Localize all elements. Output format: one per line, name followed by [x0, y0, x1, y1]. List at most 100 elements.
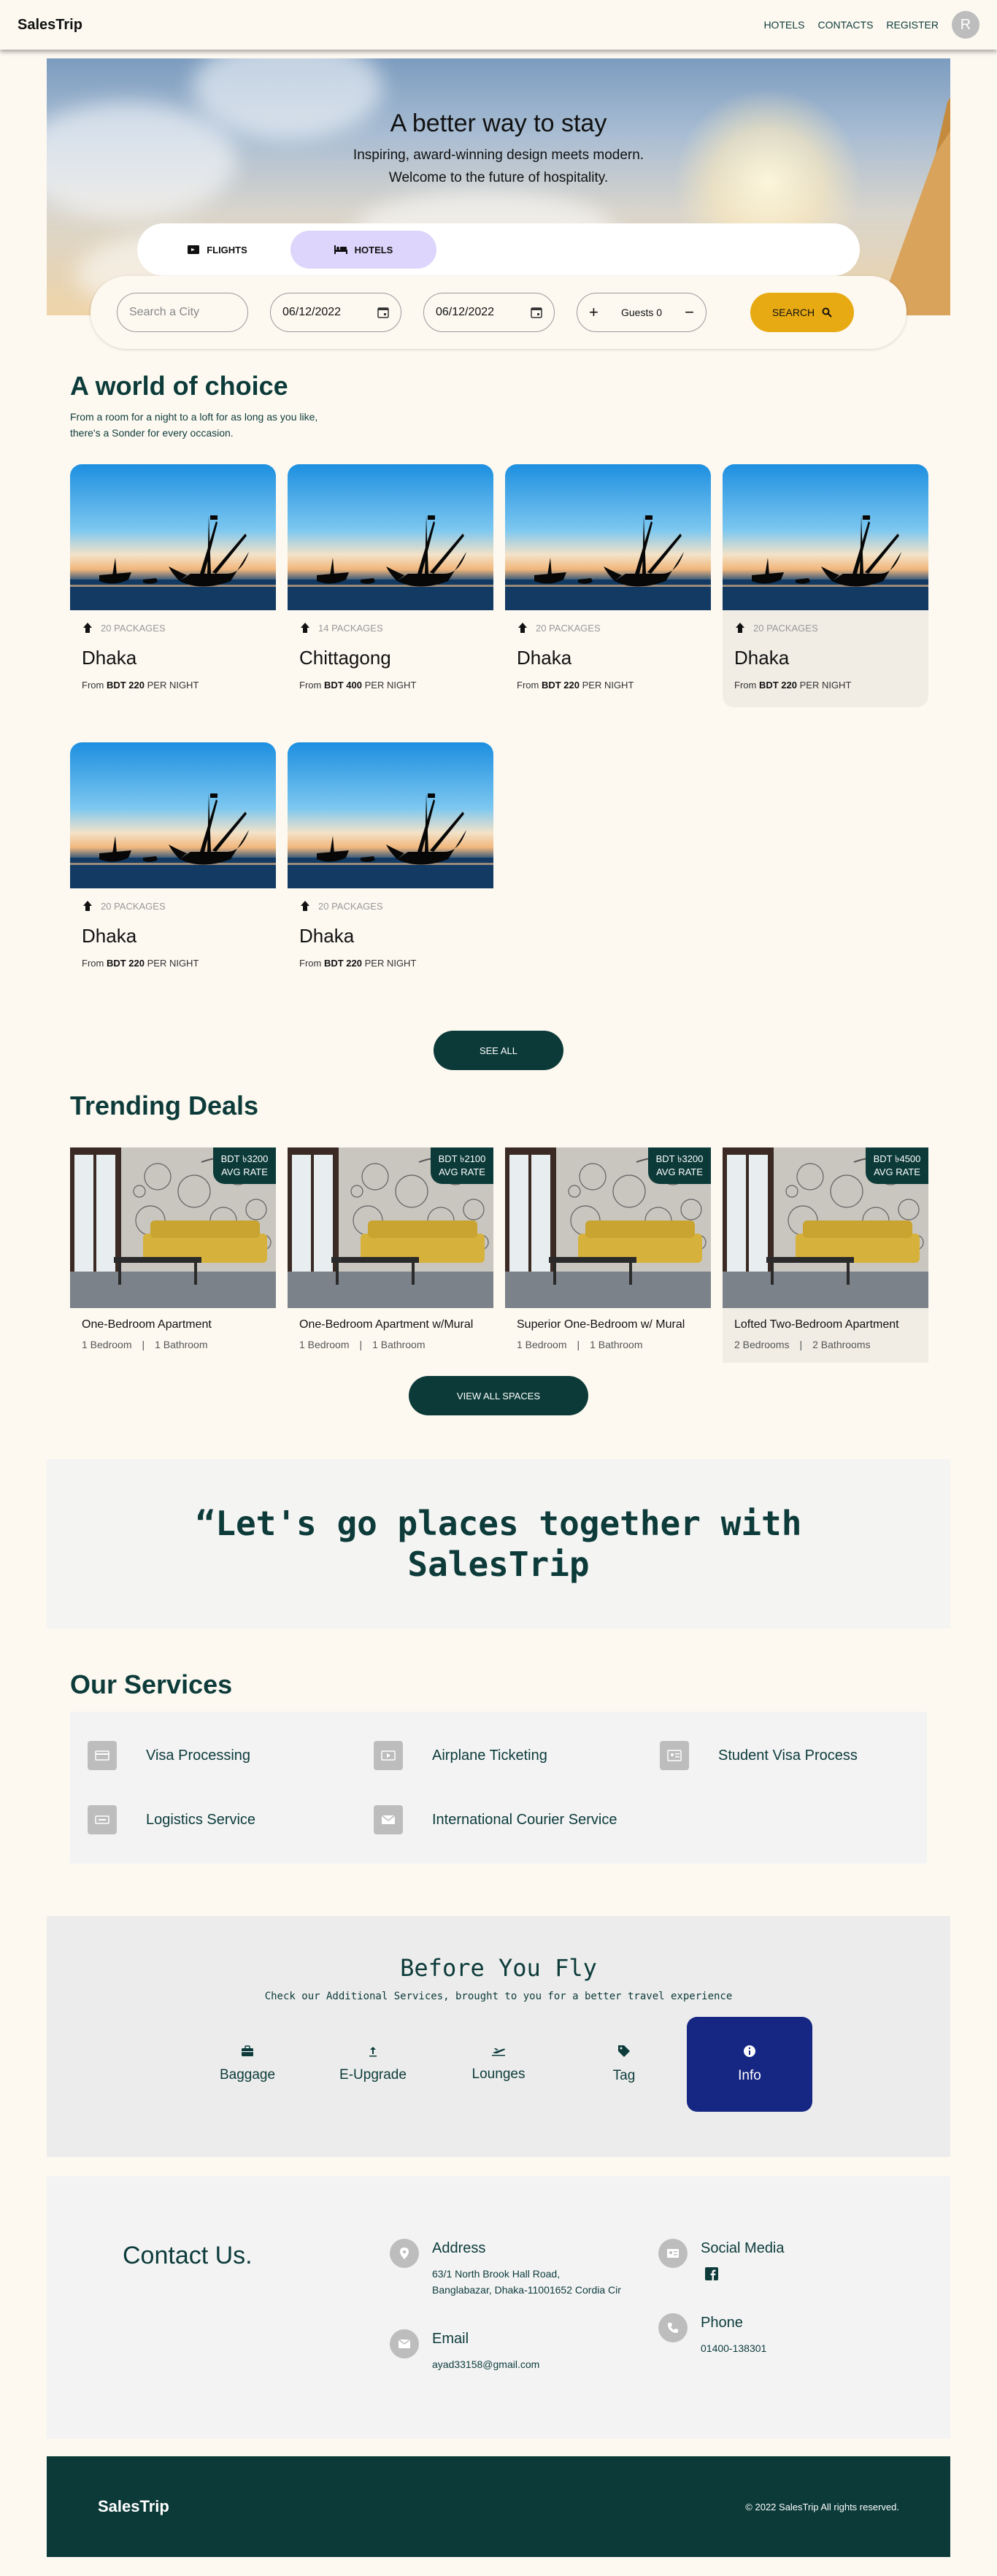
price-suffix: PER NIGHT — [361, 680, 417, 691]
guests-plus-button[interactable]: + — [589, 303, 598, 322]
avg-rate-badge: BDT ৳3200 AVG RATE — [648, 1147, 711, 1184]
meta-separator: | — [359, 1339, 363, 1350]
contact-email: Email ayad33158@gmail.com — [390, 2329, 622, 2372]
destination-image — [723, 464, 928, 610]
avg-rate-badge: BDT ৳4500 AVG RATE — [866, 1147, 928, 1184]
box-icon — [88, 1805, 117, 1834]
packages-label: 20 PACKAGES — [753, 622, 818, 634]
nav-link-contacts[interactable]: CONTACTS — [817, 19, 873, 31]
quote-banner: “Let's go places together with SalesTrip — [47, 1459, 950, 1629]
social-media-label: Social Media — [701, 2240, 785, 2256]
price-amount: BDT 220 — [323, 958, 362, 969]
avg-rate-badge: BDT ৳3200 AVG RATE — [213, 1147, 276, 1184]
section-title: Before You Fly — [400, 1954, 597, 1982]
badge-rate: AVG RATE — [874, 1166, 920, 1177]
service-item[interactable]: Logistics Service — [88, 1805, 374, 1834]
packages-count: 20 PACKAGES — [734, 622, 917, 634]
footer-brand[interactable]: SalesTrip — [98, 2497, 169, 2516]
hero-line-2: Welcome to the future of hospitality. — [388, 170, 609, 185]
address-label: Address — [432, 2240, 486, 2256]
city-search-input[interactable]: Search a City — [117, 293, 248, 332]
packages-count: 14 PACKAGES — [299, 622, 482, 634]
badge-price: BDT ৳2100 — [438, 1153, 486, 1164]
tab-hotels[interactable]: HOTELS — [290, 231, 436, 269]
bedrooms: 1 Bedroom — [82, 1339, 132, 1350]
student-card-icon — [660, 1741, 689, 1770]
quote-text: “Let's go places together with SalesTrip — [195, 1504, 802, 1584]
destination-card[interactable]: 20 PACKAGES Dhaka From BDT 220 PER NIGHT — [505, 464, 711, 707]
world-of-choice-section: A world of choice From a room for a nigh… — [70, 315, 928, 1070]
service-item[interactable]: Visa Processing — [88, 1741, 374, 1770]
checkout-date-input[interactable]: 06/12/2022 — [423, 293, 555, 332]
fly-item-tag[interactable]: Tag — [561, 2017, 687, 2112]
guests-minus-button[interactable]: − — [685, 303, 694, 322]
mail-icon — [390, 2329, 419, 2358]
contact-social: Social Media — [658, 2239, 785, 2284]
packages-count: 20 PACKAGES — [517, 622, 699, 634]
email-link[interactable]: ayad33158@gmail.com — [432, 2356, 622, 2372]
phone-number[interactable]: 01400-138301 — [701, 2340, 890, 2356]
destination-card[interactable]: 20 PACKAGES Dhaka From BDT 220 PER NIGHT — [70, 464, 276, 707]
packages-label: 20 PACKAGES — [536, 622, 601, 634]
badge-rate: AVG RATE — [439, 1166, 485, 1177]
see-all-button[interactable]: SEE ALL — [434, 1031, 563, 1070]
deal-rooms: 1 Bedroom | 1 Bathroom — [505, 1331, 711, 1350]
deal-name: One-Bedroom Apartment w/Mural — [299, 1318, 474, 1331]
section-title: A world of choice — [70, 371, 288, 401]
price-amount: BDT 220 — [541, 680, 580, 691]
user-avatar[interactable]: R — [952, 11, 979, 39]
facebook-icon[interactable] — [705, 2267, 718, 2280]
destination-image — [288, 464, 493, 610]
deal-name: Lofted Two-Bedroom Apartment — [734, 1318, 899, 1331]
fly-item-e-upgrade[interactable]: E-Upgrade — [310, 2017, 436, 2112]
checkin-date-input[interactable]: 06/12/2022 — [270, 293, 401, 332]
deal-card[interactable]: BDT ৳4500 AVG RATE Lofted Two-Bedroom Apar… — [723, 1147, 928, 1363]
destination-price: From BDT 220 PER NIGHT — [82, 680, 264, 691]
brand-logo[interactable]: SalesTrip — [18, 17, 82, 34]
destination-card[interactable]: 14 PACKAGES Chittagong From BDT 400 PER NI… — [288, 464, 493, 707]
search-button-label: SEARCH — [771, 307, 815, 318]
service-item[interactable]: Student Visa Process — [660, 1741, 946, 1770]
badge-price: BDT ৳4500 — [873, 1153, 921, 1164]
deal-card[interactable]: BDT ৳3200 AVG RATE Superior One-Bedroom w/… — [505, 1147, 711, 1363]
deal-image: BDT ৳3200 AVG RATE — [70, 1147, 276, 1308]
calendar-icon[interactable] — [531, 307, 542, 318]
view-all-spaces-button[interactable]: VIEW ALL SPACES — [409, 1376, 588, 1415]
home-icon — [82, 900, 93, 912]
tag-icon — [618, 2045, 630, 2057]
destination-name: Chittagong — [299, 647, 391, 669]
tab-hotels-label: HOTELS — [354, 244, 393, 255]
bed-icon — [334, 245, 347, 254]
destination-price: From BDT 220 PER NIGHT — [299, 958, 482, 969]
search-button[interactable]: SEARCH — [750, 293, 854, 332]
tab-flights[interactable]: FLIGHTS — [145, 231, 290, 269]
section-title: Trending Deals — [70, 1091, 259, 1120]
deal-card[interactable]: BDT ৳2100 AVG RATE One-Bedroom Apartment w… — [288, 1147, 493, 1363]
service-item[interactable]: Airplane Ticketing — [374, 1741, 660, 1770]
price-prefix: From — [299, 958, 324, 969]
calendar-icon[interactable] — [377, 307, 389, 318]
fly-item-label: Baggage — [219, 2067, 276, 2083]
bathrooms: 1 Bathroom — [590, 1339, 643, 1350]
contact-address: Address 63/1 North Brook Hall Road, Bang… — [390, 2239, 622, 2298]
guests-count: Guests 0 — [620, 307, 663, 318]
service-item[interactable]: International Courier Service — [374, 1805, 660, 1834]
destination-card[interactable]: 20 PACKAGES Dhaka From BDT 220 PER NIGHT — [70, 742, 276, 985]
nav-link-hotels[interactable]: HOTELS — [763, 19, 804, 31]
avg-rate-badge: BDT ৳2100 AVG RATE — [431, 1147, 493, 1184]
checkin-date-value: 06/12/2022 — [282, 306, 342, 318]
trending-deals-section: Trending Deals BDT ৳3200 AVG RATE One-Bedr… — [70, 1091, 928, 1415]
destination-card[interactable]: 20 PACKAGES Dhaka From BDT 220 PER NIGHT — [723, 464, 928, 707]
fly-item-info[interactable]: Info — [687, 2017, 812, 2112]
packages-label: 20 PACKAGES — [101, 622, 166, 634]
section-subtitle: From a room for a night to a loft for as… — [70, 411, 318, 439]
badge-price: BDT ৳3200 — [655, 1153, 704, 1164]
fly-item-baggage[interactable]: Baggage — [185, 2017, 310, 2112]
nav-link-register[interactable]: REGISTER — [886, 19, 939, 31]
fly-item-lounges[interactable]: Lounges — [436, 2017, 561, 2112]
price-suffix: PER NIGHT — [144, 680, 199, 691]
deal-card[interactable]: BDT ৳3200 AVG RATE One-Bedroom Apartment 1 … — [70, 1147, 276, 1363]
destination-card[interactable]: 20 PACKAGES Dhaka From BDT 220 PER NIGHT — [288, 742, 493, 985]
packages-label: 20 PACKAGES — [318, 900, 383, 912]
bedrooms: 2 Bedrooms — [734, 1339, 790, 1350]
